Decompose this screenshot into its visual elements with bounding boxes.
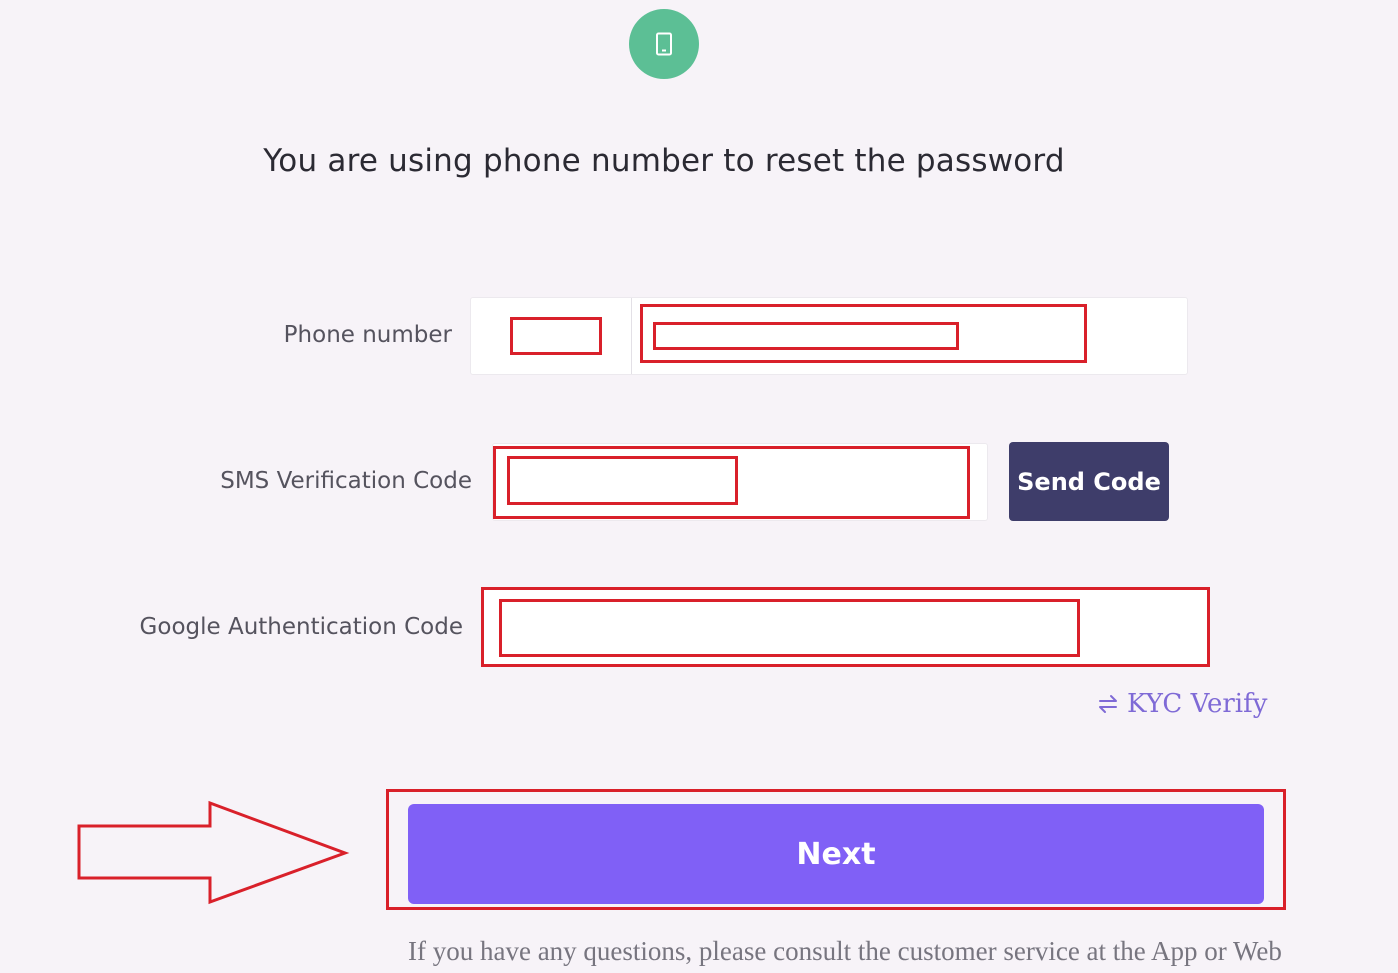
sms-code-label: SMS Verification Code: [220, 468, 472, 494]
right-arrow-annotation: [77, 800, 350, 905]
phone-field-divider: [631, 298, 632, 374]
google-auth-label: Google Authentication Code: [139, 614, 463, 640]
send-code-button[interactable]: Send Code: [1009, 442, 1169, 521]
sms-code-redaction-box: [507, 456, 738, 505]
google-auth-redaction-box: [499, 599, 1080, 657]
phone-icon: [656, 32, 672, 56]
page-title: You are using phone number to reset the …: [263, 143, 1065, 179]
footer-help-note: If you have any questions, please consul…: [408, 936, 1282, 966]
swap-arrows-icon: [1099, 695, 1117, 713]
kyc-verify-label: KYC Verify: [1127, 689, 1268, 719]
kyc-verify-link[interactable]: KYC Verify: [1097, 686, 1267, 722]
phone-number-redaction-box: [653, 322, 959, 350]
country-code-redaction-box: [510, 317, 602, 355]
phone-number-label: Phone number: [283, 322, 452, 348]
phone-icon-badge: [629, 9, 699, 79]
next-button[interactable]: Next: [408, 804, 1264, 904]
